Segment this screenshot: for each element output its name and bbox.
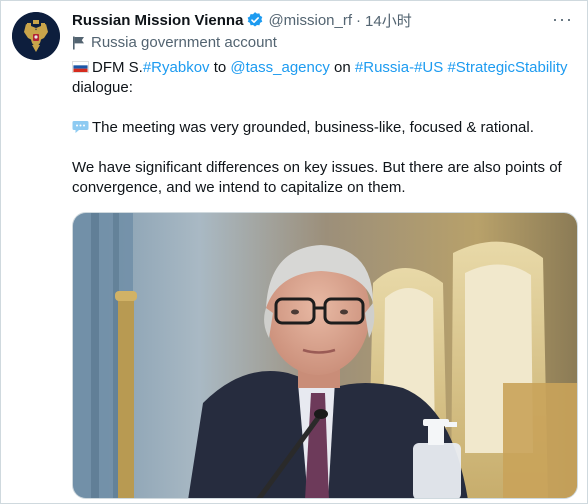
paragraph-3: We have significant differences on key i… (72, 159, 562, 196)
paragraph-2: The meeting was very grounded, business-… (92, 119, 534, 136)
line1-suffix: dialogue: (72, 79, 133, 96)
tweet-card[interactable]: Russian Mission Vienna @mission_rf · 14小… (0, 0, 588, 504)
tweet-text: DFM S.#Ryabkov to @tass_agency on #Russi… (72, 58, 577, 198)
tweet-header: Russian Mission Vienna @mission_rf · 14小… (72, 10, 412, 30)
author-handle[interactable]: @mission_rf (268, 12, 352, 29)
hashtag-strategic-stability[interactable]: #StrategicStability (447, 59, 567, 76)
mention-tass-agency[interactable]: @tass_agency (230, 59, 329, 76)
coat-of-arms-icon (12, 12, 60, 60)
hashtag-russia[interactable]: #Russia (355, 59, 409, 76)
russia-flag-icon (72, 61, 89, 73)
word-to: to (209, 59, 231, 76)
word-on: on (329, 59, 355, 76)
speech-bubble-icon (72, 121, 89, 133)
dot-separator: · (356, 11, 362, 29)
hashtag-ryabkov[interactable]: #Ryabkov (143, 59, 210, 76)
tweet-line-2: The meeting was very grounded, business-… (72, 118, 577, 138)
government-label: Russia government account (72, 34, 277, 51)
author-name[interactable]: Russian Mission Vienna (72, 12, 243, 29)
flag-icon (73, 36, 84, 49)
tweet-time[interactable]: 14小时 (365, 10, 412, 31)
government-label-text: Russia government account (91, 34, 277, 51)
tweet-line-1: DFM S.#Ryabkov to @tass_agency on #Russi… (72, 58, 577, 98)
avatar[interactable] (12, 12, 60, 60)
line1-prefix: DFM S. (92, 59, 143, 76)
tweet-photo[interactable] (72, 212, 578, 499)
more-options-icon[interactable]: ··· (552, 9, 573, 30)
hashtag-us[interactable]: #US (414, 59, 443, 76)
photo-image (73, 213, 577, 498)
verified-badge-icon (248, 12, 263, 27)
